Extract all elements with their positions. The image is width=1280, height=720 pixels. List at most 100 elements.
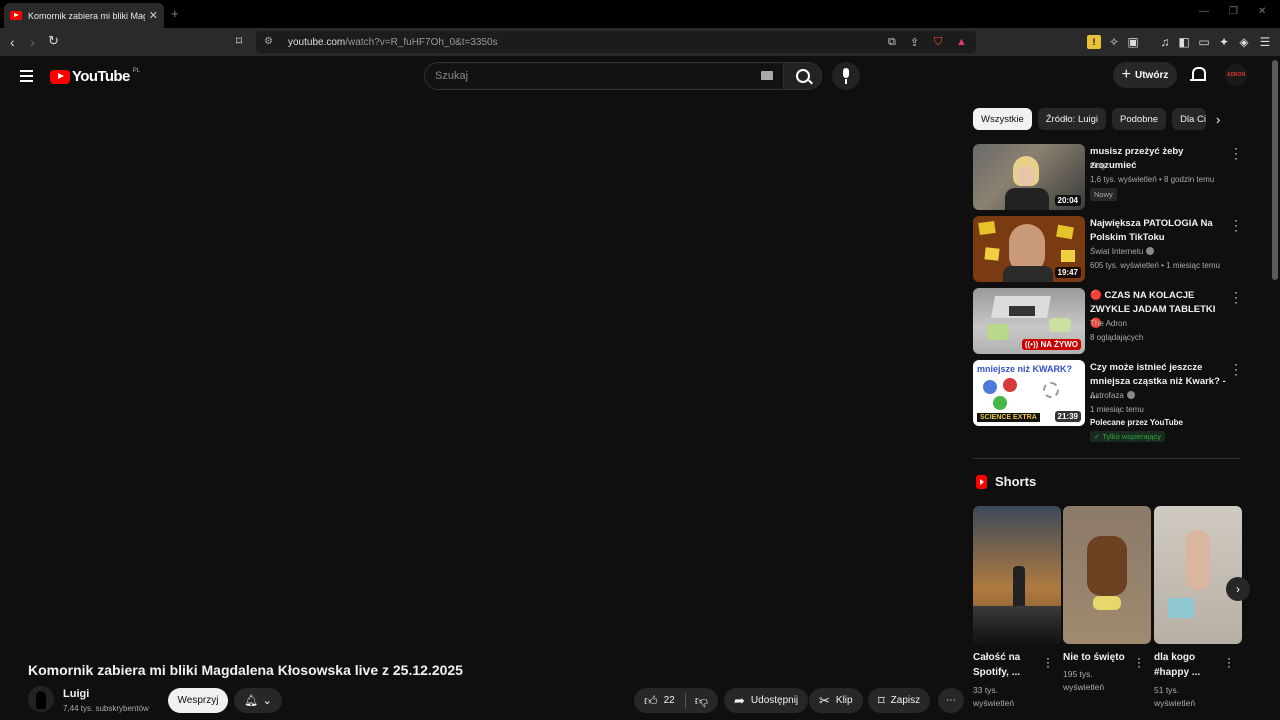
short-title[interactable]: Nie to święto: [1063, 650, 1133, 665]
video-title: Komornik zabiera mi bliki Magdalena Kłos…: [28, 662, 463, 678]
more-vertical-icon[interactable]: · · ·: [1136, 652, 1142, 672]
minimize-icon[interactable]: —: [1199, 6, 1209, 17]
close-tab-icon[interactable]: ✕: [149, 9, 158, 22]
browser-tab-active[interactable]: Komornik zabiera mi bliki Magd ✕: [4, 3, 164, 28]
browser-tab-bar: Komornik zabiera mi bliki Magd ✕ + — ❐ ✕: [0, 0, 1280, 28]
more-vertical-icon[interactable]: · · ·: [1232, 142, 1240, 164]
thumbs-down-icon: 👎︎: [694, 692, 708, 708]
more-vertical-icon[interactable]: · · ·: [1232, 214, 1240, 236]
search-box: [424, 62, 784, 90]
short-thumbnail[interactable]: [1063, 506, 1151, 644]
maximize-icon[interactable]: ❐: [1229, 6, 1238, 17]
sidebar-icon[interactable]: ◧: [1177, 35, 1191, 49]
scrollbar-thumb[interactable]: [1272, 60, 1278, 280]
short-thumbnail[interactable]: [973, 506, 1061, 644]
music-icon[interactable]: ♫: [1158, 35, 1172, 49]
reload-icon[interactable]: ↻: [48, 33, 59, 49]
youtube-logo[interactable]: YouTube PL: [50, 68, 140, 85]
tab-title: Komornik zabiera mi bliki Magd: [28, 10, 145, 21]
video-player[interactable]: [0, 96, 960, 646]
guide-menu-icon[interactable]: [20, 70, 33, 85]
page-scrollbar[interactable]: [1270, 56, 1280, 720]
bell-icon: 🔔︎: [244, 695, 259, 707]
recommendation-channel[interactable]: Astrofaza: [1090, 391, 1135, 400]
vpn-icon[interactable]: ◈: [1237, 35, 1251, 49]
extension-notes-icon[interactable]: !: [1087, 35, 1101, 49]
chip-source[interactable]: Źródło: Luigi: [1037, 108, 1107, 130]
video-duration: 19:47: [1054, 267, 1081, 278]
create-button[interactable]: + Utwórz: [1113, 62, 1177, 88]
channel-name[interactable]: Luigi: [63, 688, 89, 700]
clip-button[interactable]: ✂ Klip: [809, 688, 863, 713]
extensions-icon[interactable]: ✧: [1107, 35, 1121, 49]
site-info-icon[interactable]: ⚙: [264, 37, 274, 47]
members-only-badge: ✓ Tylko wspierający: [1090, 431, 1166, 442]
video-thumbnail[interactable]: 20:04: [973, 144, 1085, 210]
short-views: 195 tys. wyświetleń: [1063, 669, 1105, 692]
logo-wordmark: YouTube: [72, 68, 130, 85]
dislike-button[interactable]: 👎︎: [685, 688, 718, 713]
recommendation-title[interactable]: musisz przeżyć żeby zrozumieć: [1090, 145, 1228, 173]
brave-shield-icon[interactable]: ⛉: [934, 31, 942, 53]
live-badge: ((•)) NA ŻYWO: [1021, 339, 1081, 350]
video-thumbnail[interactable]: ((•)) NA ŻYWO: [973, 288, 1085, 354]
voice-search-button[interactable]: [832, 62, 860, 90]
support-button[interactable]: Wesprzyj: [168, 688, 228, 713]
recommendation-item[interactable]: mniejsze niż KWARK? SCIENCE EXTRA 21:39 …: [973, 358, 1243, 444]
video-thumbnail[interactable]: mniejsze niż KWARK? SCIENCE EXTRA 21:39: [973, 360, 1085, 426]
open-external-icon[interactable]: ⧉: [888, 31, 896, 53]
bookmark-icon[interactable]: ⌑: [236, 34, 242, 48]
more-vertical-icon[interactable]: · · ·: [1232, 358, 1240, 380]
like-button[interactable]: 👍︎ 22: [634, 688, 685, 713]
video-duration: 20:04: [1054, 195, 1081, 206]
chips-next-icon[interactable]: ›: [1216, 112, 1220, 127]
recommendation-channel[interactable]: Gagz: [1090, 161, 1109, 170]
window-close-icon[interactable]: ✕: [1258, 6, 1266, 17]
screenshot-icon[interactable]: ▣: [1126, 35, 1140, 49]
shorts-header: Shorts: [976, 474, 1036, 489]
more-vertical-icon[interactable]: · · ·: [1045, 652, 1051, 672]
address-bar[interactable]: ⚙ youtube.com/watch?v=R_fuHF7Oh_0&t=3350…: [256, 31, 976, 53]
new-tab-icon[interactable]: +: [171, 6, 179, 21]
recommendation-channel[interactable]: Świat Internetu: [1090, 247, 1155, 256]
menu-icon[interactable]: ☰: [1258, 35, 1272, 49]
video-thumbnail[interactable]: 19:47: [973, 216, 1085, 282]
search-button[interactable]: [784, 62, 822, 90]
recommendation-item[interactable]: ((•)) NA ŻYWO 🔴 CZAS NA KOLACJE ZWYKLE J…: [973, 286, 1243, 356]
science-extra-badge: SCIENCE EXTRA: [977, 413, 1040, 422]
live-signal-icon: ((•)): [1024, 340, 1041, 349]
forward-icon[interactable]: ›: [30, 34, 35, 50]
shorts-next-icon[interactable]: ›: [1226, 577, 1250, 601]
short-thumbnail[interactable]: [1154, 506, 1242, 644]
back-icon[interactable]: ‹: [10, 34, 15, 50]
more-vertical-icon[interactable]: · · ·: [1226, 652, 1232, 672]
scissors-icon: ✂: [819, 692, 830, 708]
wallet-icon[interactable]: ▭: [1197, 35, 1211, 49]
brave-rewards-icon[interactable]: ▲: [956, 31, 967, 53]
url-host: youtube.com: [288, 36, 346, 48]
chip-for-you[interactable]: Dla Ciebie: [1172, 108, 1207, 130]
keyboard-icon[interactable]: [761, 71, 773, 80]
recommendation-item[interactable]: 20:04 musisz przeżyć żeby zrozumieć Gagz…: [973, 142, 1243, 212]
share-page-icon[interactable]: ⇪: [910, 31, 919, 53]
account-avatar[interactable]: ADRON: [1225, 64, 1247, 86]
shorts-title: Shorts: [995, 474, 1037, 489]
chip-related[interactable]: Podobne: [1112, 108, 1167, 130]
short-title[interactable]: Całość na Spotify, ...: [973, 650, 1043, 680]
recommendation-title[interactable]: Największa PATOLOGIA Na Polskim TikToku: [1090, 217, 1228, 245]
recommendation-item[interactable]: 19:47 Największa PATOLOGIA Na Polskim Ti…: [973, 214, 1243, 284]
members-label: Tylko wspierający: [1102, 432, 1162, 441]
notifications-bell-icon[interactable]: [1190, 66, 1206, 84]
share-button[interactable]: ➦ Udostępnij: [724, 688, 809, 713]
leo-ai-icon[interactable]: ✦: [1217, 35, 1231, 49]
more-actions-button[interactable]: ⋯: [938, 688, 964, 713]
subscription-notifications-button[interactable]: 🔔︎ ⌄: [234, 688, 282, 713]
recommendation-stats: 1,6 tys. wyświetleń • 8 godzin temu: [1090, 175, 1215, 184]
recommendation-channel[interactable]: The Adron: [1090, 319, 1127, 328]
channel-avatar[interactable]: [28, 686, 54, 712]
more-vertical-icon[interactable]: · · ·: [1232, 286, 1240, 308]
short-title[interactable]: dla kogo #happy ...: [1154, 650, 1224, 680]
search-input[interactable]: [425, 63, 725, 89]
chip-all[interactable]: Wszystkie: [973, 108, 1032, 130]
save-button[interactable]: ⌑ Zapisz: [868, 688, 931, 713]
